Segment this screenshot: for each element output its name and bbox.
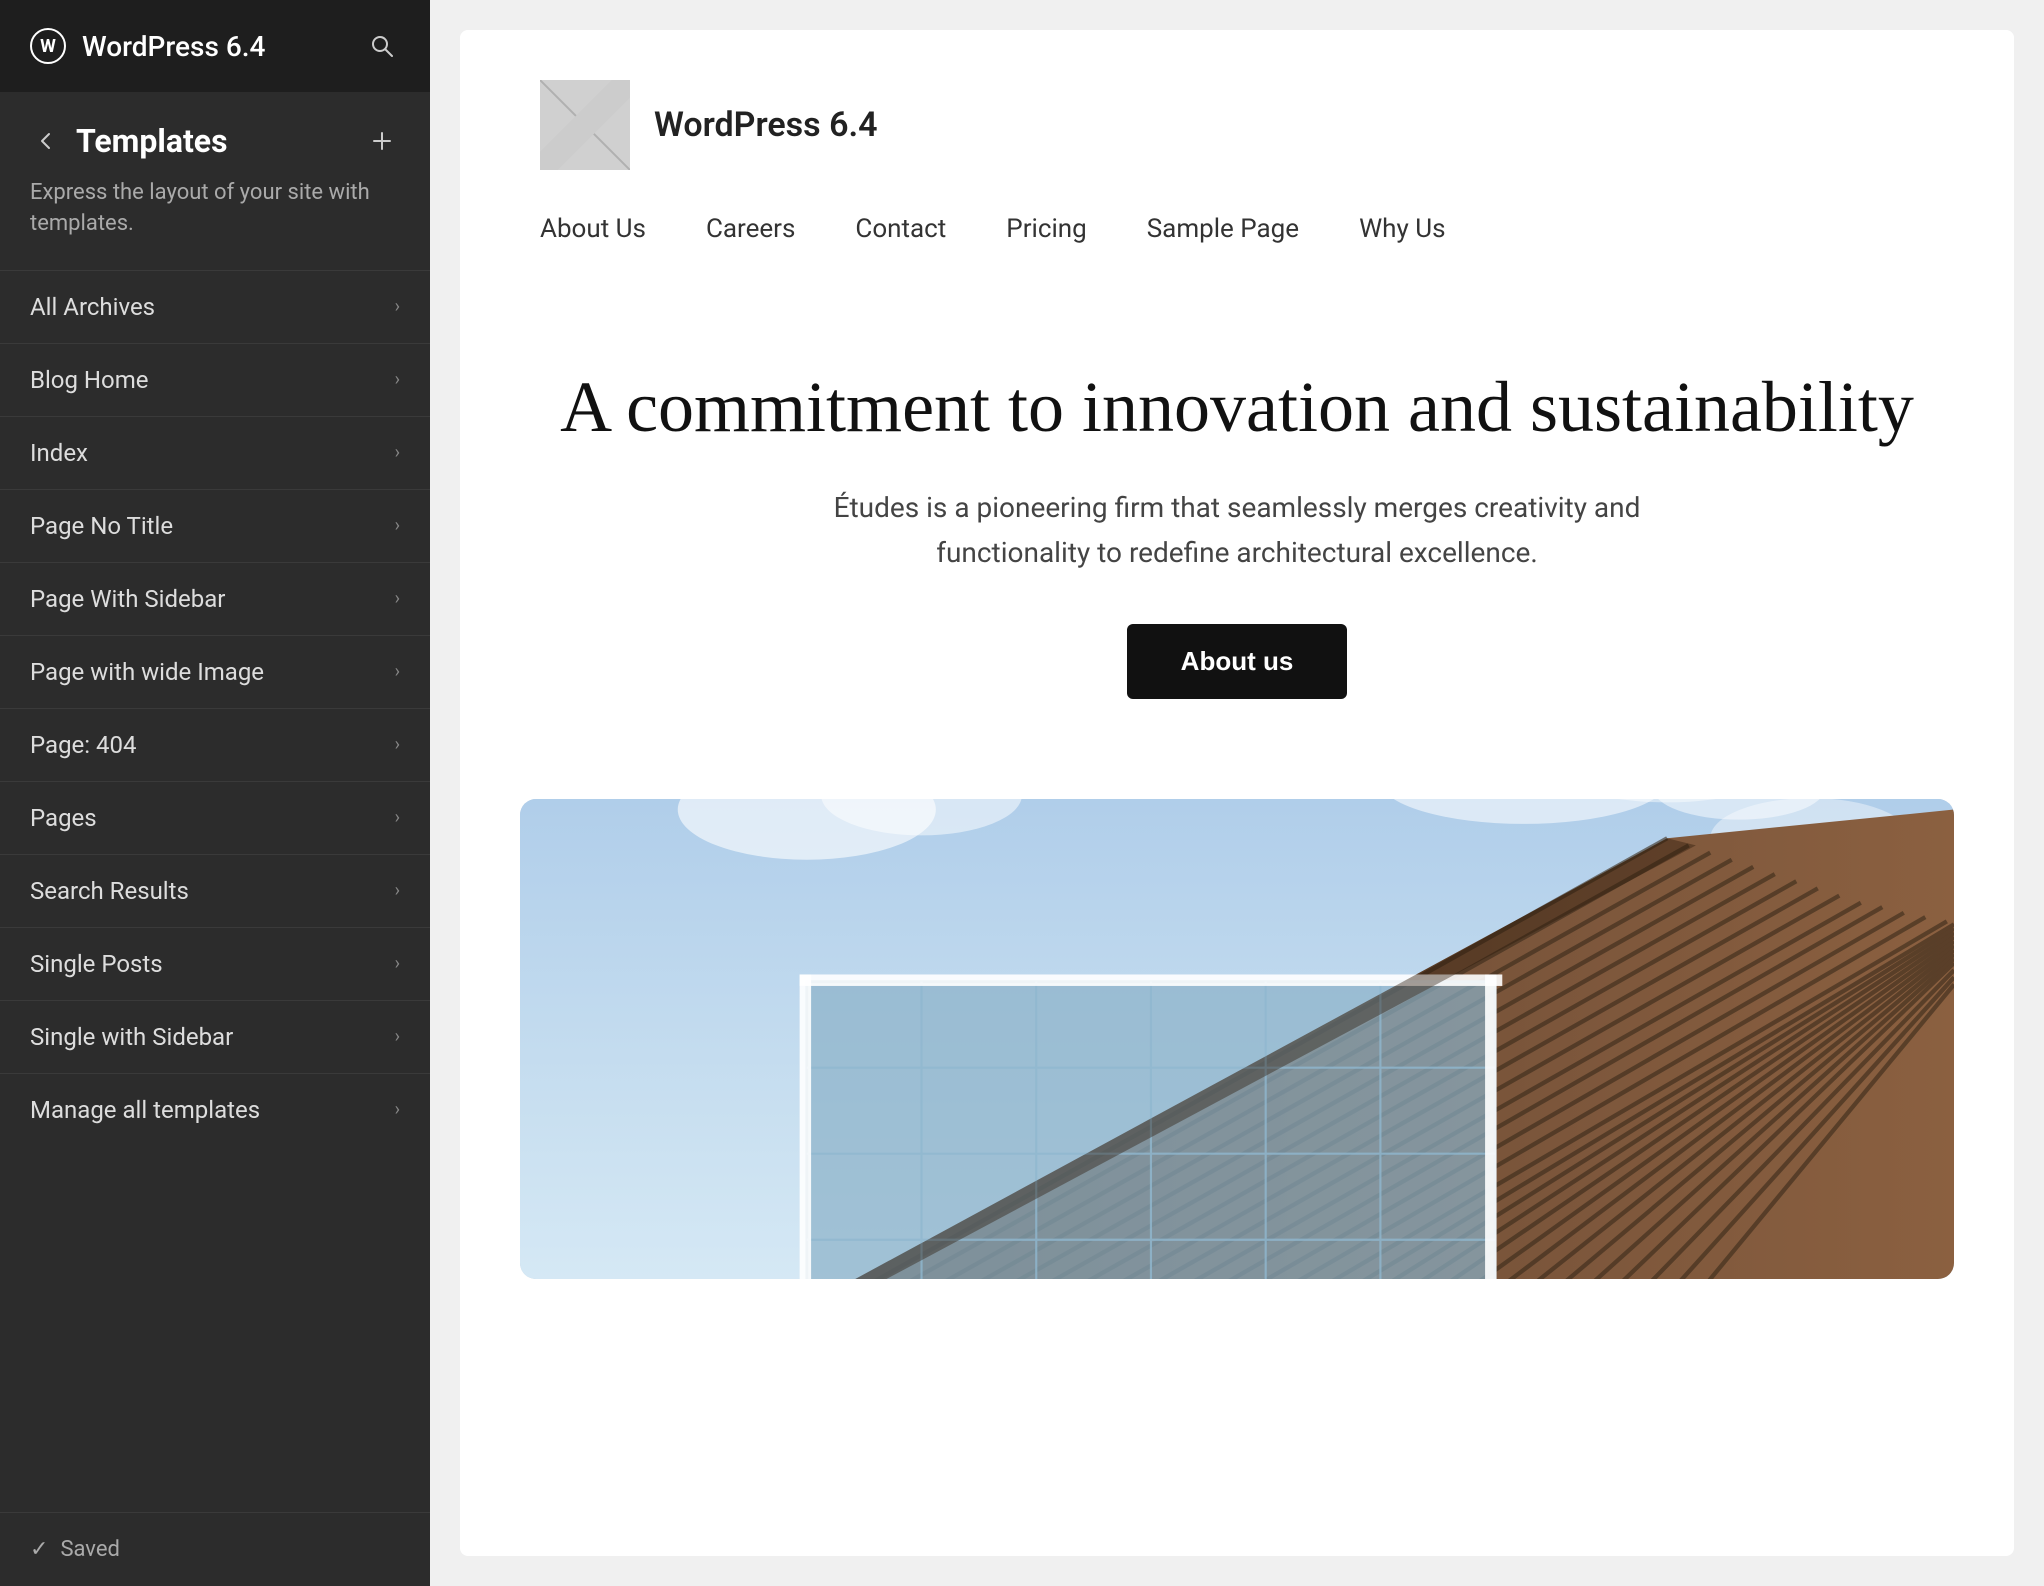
templates-nav-list: All Archives › Blog Home › Index › Page …: [0, 270, 430, 1512]
sidebar-item-page-with-sidebar[interactable]: Page With Sidebar ›: [0, 562, 430, 635]
preview-panel: WordPress 6.4 About Us Careers Contact P…: [430, 0, 2044, 1586]
sidebar-item-label: Page: 404: [30, 731, 137, 759]
sidebar-item-page-no-title[interactable]: Page No Title ›: [0, 489, 430, 562]
sidebar-item-single-posts[interactable]: Single Posts ›: [0, 927, 430, 1000]
nav-link-contact[interactable]: Contact: [855, 214, 946, 244]
sidebar-section-title: Templates: [76, 122, 350, 160]
site-logo-row: WordPress 6.4: [540, 80, 1934, 170]
search-button[interactable]: [364, 28, 400, 64]
chevron-icon: ›: [395, 515, 400, 536]
chevron-icon: ›: [395, 442, 400, 463]
chevron-icon: ›: [395, 369, 400, 390]
sidebar-item-label: Page With Sidebar: [30, 585, 225, 613]
sidebar-item-label: Search Results: [30, 877, 189, 905]
hero-title: A commitment to innovation and sustainab…: [540, 364, 1934, 450]
add-template-button[interactable]: [364, 123, 400, 159]
chevron-icon: ›: [395, 734, 400, 755]
site-navigation: About Us Careers Contact Pricing Sample …: [540, 214, 1934, 244]
site-name: WordPress 6.4: [654, 105, 878, 145]
templates-header: Templates: [0, 92, 430, 178]
sidebar-item-blog-home[interactable]: Blog Home ›: [0, 343, 430, 416]
nav-link-pricing[interactable]: Pricing: [1006, 214, 1086, 244]
sidebar-item-page-404[interactable]: Page: 404 ›: [0, 708, 430, 781]
chevron-icon: ›: [395, 661, 400, 682]
sidebar-item-search-results[interactable]: Search Results ›: [0, 854, 430, 927]
nav-link-sample-page[interactable]: Sample Page: [1147, 214, 1299, 244]
saved-status-bar: ✓ Saved: [0, 1512, 430, 1586]
sidebar-item-all-archives[interactable]: All Archives ›: [0, 270, 430, 343]
sidebar-item-single-sidebar[interactable]: Single with Sidebar ›: [0, 1000, 430, 1073]
nav-link-about-us[interactable]: About Us: [540, 214, 646, 244]
nav-link-careers[interactable]: Careers: [706, 214, 795, 244]
svg-text:W: W: [40, 36, 56, 57]
preview-inner: WordPress 6.4 About Us Careers Contact P…: [460, 30, 2014, 1556]
chevron-icon: ›: [395, 296, 400, 317]
sidebar-item-label: Index: [30, 439, 88, 467]
chevron-icon: ›: [395, 588, 400, 609]
sidebar-item-label: Page with wide Image: [30, 658, 264, 686]
sidebar-item-label: Single with Sidebar: [30, 1023, 233, 1051]
sidebar-item-label: Page No Title: [30, 512, 173, 540]
sidebar-item-pages[interactable]: Pages ›: [0, 781, 430, 854]
sidebar-item-label: Pages: [30, 804, 97, 832]
top-bar: W WordPress 6.4: [0, 0, 430, 92]
sidebar-item-index[interactable]: Index ›: [0, 416, 430, 489]
templates-description: Express the layout of your site with tem…: [0, 178, 430, 270]
wordpress-logo-icon: W: [30, 28, 66, 64]
app-title: WordPress 6.4: [82, 30, 348, 63]
chevron-icon: ›: [395, 807, 400, 828]
nav-link-why-us[interactable]: Why Us: [1359, 214, 1445, 244]
chevron-icon: ›: [395, 953, 400, 974]
chevron-icon: ›: [395, 1026, 400, 1047]
sidebar-item-manage-templates[interactable]: Manage all templates ›: [0, 1073, 430, 1146]
sidebar-item-label: All Archives: [30, 293, 155, 321]
saved-check-icon: ✓: [30, 1537, 48, 1562]
sidebar-item-label: Manage all templates: [30, 1096, 260, 1124]
about-us-button[interactable]: About us: [1127, 624, 1348, 699]
hero-section: A commitment to innovation and sustainab…: [460, 284, 2014, 759]
sidebar-item-label: Single Posts: [30, 950, 163, 978]
site-logo: [540, 80, 630, 170]
building-image: [520, 799, 1954, 1279]
chevron-icon: ›: [395, 880, 400, 901]
site-header: WordPress 6.4 About Us Careers Contact P…: [460, 30, 2014, 284]
back-button[interactable]: [30, 125, 62, 157]
hero-subtitle: Études is a pioneering firm that seamles…: [827, 486, 1647, 576]
sidebar: W WordPress 6.4 Templates Express the la…: [0, 0, 430, 1586]
sidebar-item-page-wide-image[interactable]: Page with wide Image ›: [0, 635, 430, 708]
sidebar-item-label: Blog Home: [30, 366, 149, 394]
saved-label: Saved: [60, 1537, 119, 1562]
chevron-icon: ›: [395, 1099, 400, 1120]
